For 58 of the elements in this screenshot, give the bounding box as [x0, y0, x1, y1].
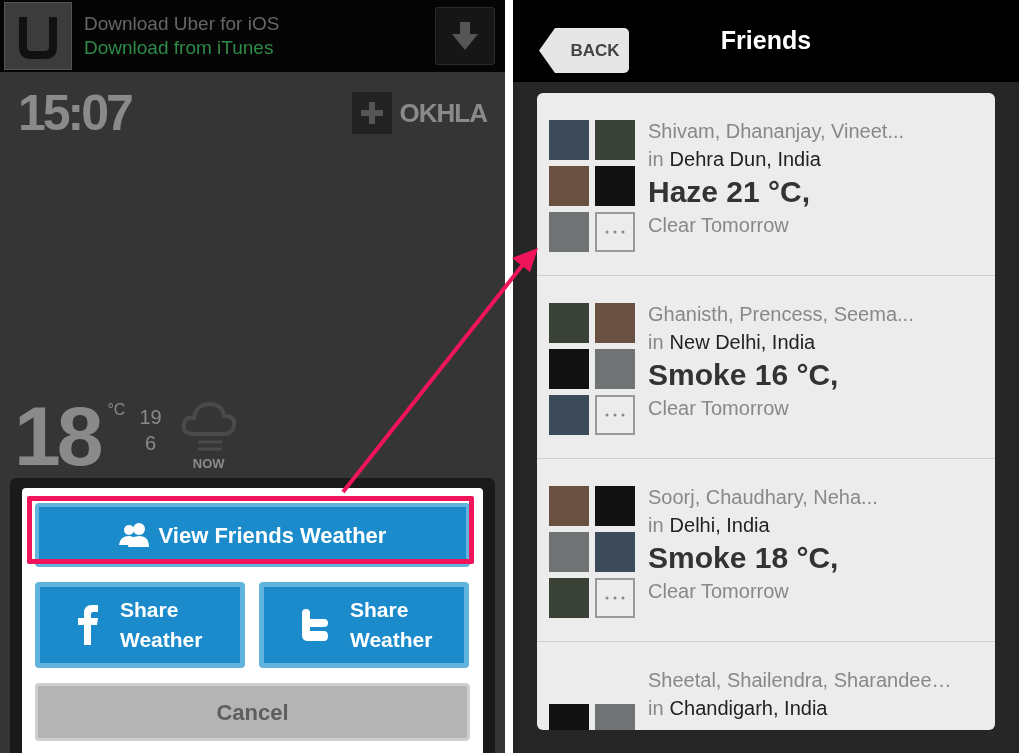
photo-placeholder: [595, 486, 635, 526]
photo-placeholder: [549, 303, 589, 343]
view-friends-weather-button[interactable]: View Friends Weather: [35, 503, 470, 567]
photo-placeholder: [549, 578, 589, 618]
forecast-text: Clear Tomorrow: [648, 579, 790, 604]
banner-title: Download Uber for iOS: [84, 12, 281, 36]
photo-placeholder: [549, 395, 589, 435]
photo-placeholder: [549, 486, 589, 526]
friend-group-row[interactable]: Ghanisth, Prencess, Seema... in New Delhi, India Smoke 16 °C, Clear Tomorrow: [537, 276, 995, 459]
friend-names: Soorj, Chaudhary, Neha...: [648, 485, 878, 510]
weather-summary: Haze 21 °C,: [648, 174, 812, 210]
location-name: Chandigarh, India: [669, 696, 828, 721]
temperature-reading: 18: [14, 396, 100, 476]
clock-time: 15:07: [18, 88, 131, 138]
friend-names: Ghanisth, Prencess, Seema...: [648, 302, 914, 327]
photo-placeholder: [549, 349, 589, 389]
photo-placeholder: [549, 532, 589, 572]
back-button[interactable]: BACK: [539, 28, 629, 73]
photo-placeholder: [595, 532, 635, 572]
high-temperature: 19: [139, 405, 162, 430]
plus-icon: [360, 102, 383, 124]
share-on-facebook-button[interactable]: Share Weather: [35, 582, 245, 668]
photo-placeholder: [549, 212, 589, 252]
location-name: Delhi, India: [669, 513, 770, 538]
temperature-unit: °C: [107, 400, 126, 420]
friend-group-row[interactable]: Sheetal, Shailendra, Sharandee… in Chandigarh, India: [537, 642, 995, 730]
facebook-icon: [78, 605, 98, 645]
people-icon: [118, 523, 149, 547]
twitter-icon: [302, 609, 328, 641]
location-name: OKHLA: [399, 96, 487, 130]
low-temperature: 6: [144, 431, 157, 456]
weather-summary: Smoke 16 °C,: [648, 357, 840, 393]
screen-title: Friends: [720, 25, 812, 57]
download-icon: [452, 22, 478, 50]
friend-group-row[interactable]: Soorj, Chaudhary, Neha... in Delhi, India Smoke 18 °C, Clear Tomorrow: [537, 459, 995, 642]
photo-placeholder: [595, 303, 635, 343]
location-prefix: in: [648, 696, 664, 721]
banner-subtitle: Download from iTunes: [84, 36, 275, 60]
add-button[interactable]: [351, 92, 392, 134]
location-name: New Delhi, India: [669, 330, 816, 355]
forecast-text: Clear Tomorrow: [648, 396, 790, 421]
friend-group-row[interactable]: Shivam, Dhananjay, Vineet... in Dehra Dun, India Haze 21 °C, Clear Tomorrow: [537, 93, 995, 276]
friend-names: Shivam, Dhananjay, Vineet...: [648, 119, 905, 144]
photo-placeholder: [549, 166, 589, 206]
location-prefix: in: [648, 513, 664, 538]
photo-placeholder: [595, 166, 635, 206]
location-prefix: in: [648, 147, 664, 172]
location-prefix: in: [648, 330, 664, 355]
download-button[interactable]: [435, 7, 495, 65]
photo-placeholder: [595, 120, 635, 160]
photo-placeholder: [549, 120, 589, 160]
forecast-text: Clear Tomorrow: [648, 213, 790, 238]
location-name: Dehra Dun, India: [669, 147, 821, 172]
photo-placeholder: [595, 349, 635, 389]
friend-names: Sheetal, Shailendra, Sharandee…: [648, 668, 952, 693]
share-on-twitter-button[interactable]: Share Weather: [259, 582, 469, 668]
weather-summary: Smoke 18 °C,: [648, 540, 840, 576]
period-label: NOW: [192, 455, 225, 473]
